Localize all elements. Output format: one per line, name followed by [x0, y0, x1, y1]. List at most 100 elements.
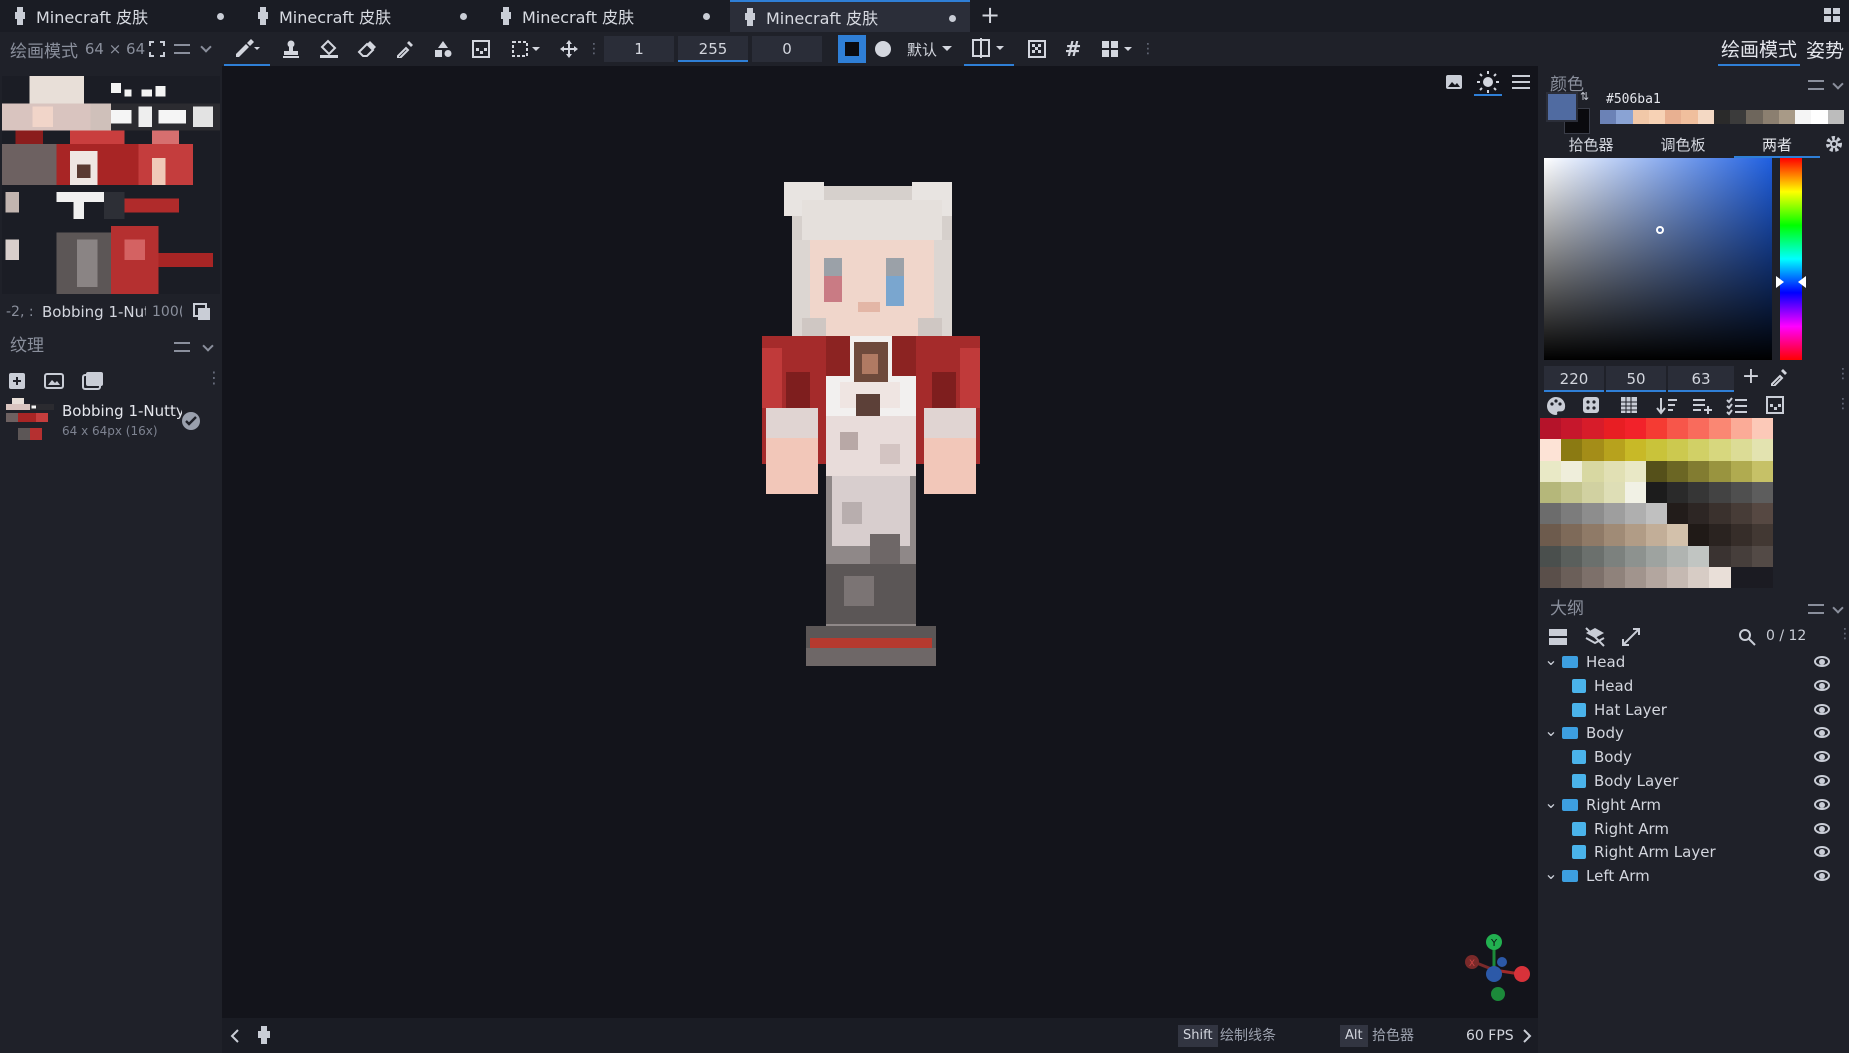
palette-swatch[interactable]	[1561, 545, 1583, 567]
shapes-tool-button[interactable]	[430, 32, 456, 66]
square-brush-button[interactable]	[836, 32, 868, 66]
palette-swatch[interactable]	[1561, 481, 1583, 503]
primary-secondary-swatch[interactable]: ⇅	[1546, 90, 1592, 136]
visibility-eye-icon[interactable]	[1814, 727, 1830, 739]
tab-2[interactable]: Minecraft 皮肤	[243, 0, 481, 32]
palette-swatch[interactable]	[1603, 439, 1625, 461]
dots-grid-icon[interactable]	[1582, 396, 1602, 416]
lighting-toggle[interactable]	[1474, 70, 1502, 96]
axis-gizmo[interactable]: Y X	[1454, 930, 1534, 1010]
palette-swatch[interactable]	[1624, 566, 1646, 588]
checklist-icon[interactable]	[1726, 396, 1748, 416]
palette-swatch[interactable]	[1540, 503, 1562, 525]
palette-swatch[interactable]	[1561, 460, 1583, 482]
tab-4-active[interactable]: Minecraft 皮肤	[730, 0, 970, 32]
eyedropper-tool-button[interactable]	[392, 32, 418, 66]
palette-swatch[interactable]	[1730, 524, 1752, 546]
collapse-left-icon[interactable]	[228, 1026, 248, 1046]
palette-swatch[interactable]	[1582, 545, 1604, 567]
palette-swatch[interactable]	[1561, 503, 1583, 525]
toolbar-more-icon[interactable]: ⋮	[587, 32, 601, 66]
history-color-swatch[interactable]	[1762, 110, 1779, 124]
mirror-tool-button[interactable]	[964, 32, 1014, 66]
history-color-swatch[interactable]	[1713, 110, 1731, 124]
palette-swatch[interactable]	[1730, 481, 1752, 503]
palette-swatch[interactable]	[1709, 418, 1731, 440]
palette-swatch[interactable]	[1540, 460, 1562, 482]
viewport-menu-icon[interactable]	[1512, 74, 1530, 94]
unsaved-dot-icon[interactable]	[949, 15, 956, 22]
palette-swatch[interactable]	[1561, 566, 1583, 588]
palette-swatch[interactable]	[1688, 418, 1710, 440]
palette-swatch[interactable]	[1667, 418, 1689, 440]
expand-arrow-icon[interactable]: ⌄	[1544, 794, 1558, 812]
palette-swatch[interactable]	[1730, 545, 1752, 567]
value-input[interactable]: 63	[1668, 366, 1734, 392]
gear-icon[interactable]	[1824, 134, 1844, 154]
palette-swatch[interactable]	[1645, 439, 1668, 461]
palette-swatch[interactable]	[1540, 524, 1562, 546]
history-color-swatch[interactable]	[1681, 110, 1698, 124]
texture-more-icon[interactable]: ⋮	[206, 368, 222, 387]
hue-input[interactable]: 220	[1544, 366, 1604, 392]
expand-icon[interactable]	[1622, 628, 1642, 648]
add-color-button[interactable]: +	[1740, 366, 1762, 390]
palette-swatch[interactable]	[1603, 460, 1625, 482]
palette-swatch[interactable]	[1688, 503, 1710, 525]
palette-swatch[interactable]	[1645, 460, 1668, 482]
palette-swatch[interactable]	[1624, 418, 1646, 440]
palette-swatch[interactable]	[1667, 545, 1689, 567]
select-tool-button[interactable]	[506, 32, 546, 66]
eraser-tool-button[interactable]	[354, 32, 380, 66]
palette-swatch[interactable]	[1645, 418, 1668, 440]
fullscreen-icon[interactable]	[146, 32, 168, 66]
history-color-swatch[interactable]	[1778, 110, 1796, 124]
palette-swatch[interactable]	[1645, 545, 1668, 567]
visibility-eye-icon[interactable]	[1814, 822, 1830, 834]
opacity-input[interactable]: 255	[678, 36, 748, 62]
history-color-swatch[interactable]	[1665, 110, 1682, 124]
palette-swatch[interactable]	[1582, 460, 1604, 482]
palette-swatch[interactable]	[1582, 418, 1604, 440]
panel-menu-icon[interactable]	[1808, 602, 1824, 618]
saturation-value-picker[interactable]	[1544, 158, 1772, 360]
palette-swatch[interactable]	[1709, 503, 1731, 525]
swap-colors-icon[interactable]: ⇅	[1580, 90, 1592, 103]
palette-swatch[interactable]	[1730, 418, 1752, 440]
stamp-tool-button[interactable]	[278, 32, 304, 66]
saturation-input[interactable]: 50	[1606, 366, 1666, 392]
palette-swatch[interactable]	[1540, 439, 1562, 461]
palette-swatch[interactable]	[1709, 545, 1731, 567]
palette-swatch[interactable]	[1751, 439, 1773, 461]
palette-swatch[interactable]	[1561, 439, 1583, 461]
palette-swatch[interactable]	[1540, 545, 1562, 567]
paint-mode-tab[interactable]: 绘画模式	[1718, 32, 1800, 66]
tab-palette[interactable]: 调色板	[1640, 132, 1726, 158]
brush-size-input[interactable]: 1	[604, 36, 674, 62]
history-color-swatch[interactable]	[1730, 110, 1747, 124]
palette-swatch[interactable]	[1751, 460, 1773, 482]
palette-icon[interactable]	[1546, 396, 1566, 416]
palette-swatch[interactable]	[1624, 439, 1646, 461]
palette-swatch[interactable]	[1751, 503, 1773, 525]
tab-1[interactable]: Minecraft 皮肤	[0, 0, 238, 32]
palette-swatch[interactable]	[1751, 524, 1773, 546]
history-color-swatch[interactable]	[1616, 110, 1633, 124]
layout-menu-button[interactable]	[1096, 32, 1140, 66]
layers-off-icon[interactable]	[1584, 626, 1606, 648]
outline-more-icon[interactable]: ⋮	[1838, 626, 1849, 642]
palette-swatch[interactable]	[1688, 481, 1710, 503]
palette-swatch[interactable]	[1603, 418, 1625, 440]
visibility-eye-icon[interactable]	[1814, 870, 1830, 882]
palette-swatch[interactable]	[1751, 418, 1773, 440]
hue-handle-left-icon[interactable]	[1776, 276, 1784, 288]
collapse-chevron-icon[interactable]	[196, 32, 216, 66]
expand-arrow-icon[interactable]: ⌄	[1544, 866, 1558, 883]
gallery-icon[interactable]	[82, 370, 104, 390]
palette-swatch[interactable]	[1688, 524, 1710, 546]
palette-swatch[interactable]	[1709, 460, 1731, 482]
palette-swatch[interactable]	[1624, 481, 1646, 503]
texture-list-item[interactable]: Bobbing 1-Nutty.p 64 x 64px (16x)	[4, 396, 220, 442]
history-color-swatch[interactable]	[1795, 110, 1812, 124]
new-tab-button[interactable]: +	[978, 3, 1002, 28]
